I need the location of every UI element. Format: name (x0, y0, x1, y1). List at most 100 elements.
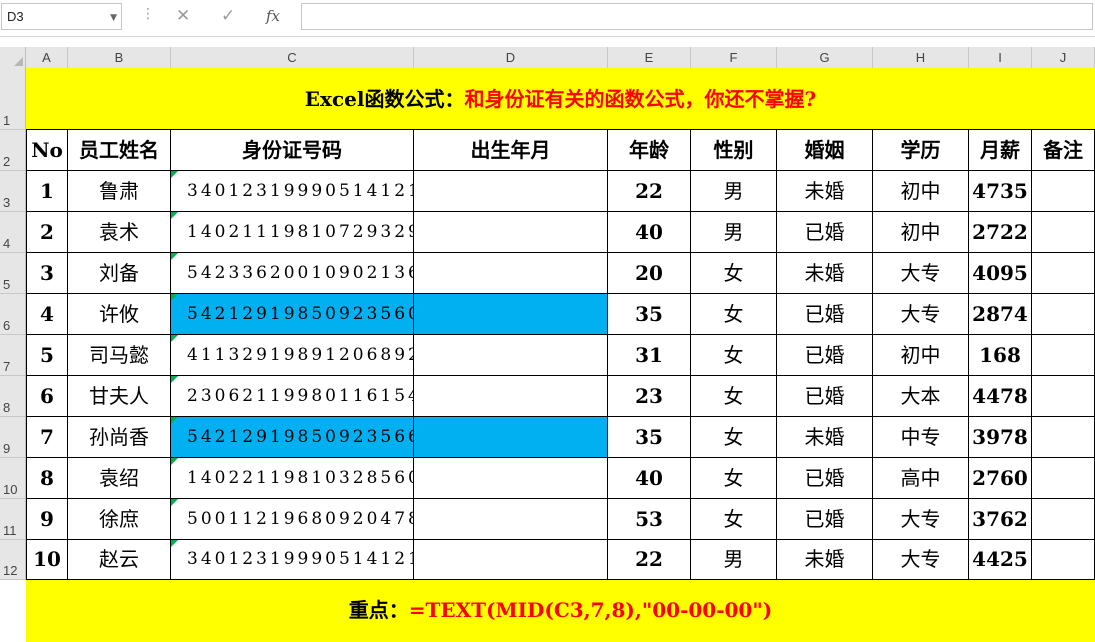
cell-salary[interactable]: 4425 (969, 540, 1032, 580)
cell-birth-date[interactable] (414, 294, 608, 335)
cell-id-number[interactable]: 340123199905141212 (171, 540, 414, 580)
sheet-title[interactable]: Excel函数公式：和身份证有关的函数公式，你还不掌握? (26, 68, 1095, 130)
header-cell-marital[interactable]: 婚姻 (777, 130, 873, 171)
more-options-icon[interactable]: ⋮ (141, 7, 155, 21)
cell-birth-date[interactable] (414, 171, 608, 212)
cell-salary[interactable]: 2722 (969, 212, 1032, 253)
cell-age[interactable]: 53 (608, 499, 691, 540)
row-header-3[interactable]: 3 (0, 171, 26, 212)
cell-id-number[interactable]: 230621199801161546 (171, 376, 414, 417)
cell-remarks[interactable] (1032, 253, 1095, 294)
cell-no[interactable]: 10 (26, 540, 68, 580)
cell-education[interactable]: 大专 (873, 499, 969, 540)
row-header-11[interactable]: 11 (0, 499, 26, 540)
cell-gender[interactable]: 男 (691, 540, 777, 580)
cell-birth-date[interactable] (414, 212, 608, 253)
column-header-b[interactable]: B (68, 47, 171, 69)
cell-remarks[interactable] (1032, 417, 1095, 458)
header-cell-education[interactable]: 学历 (873, 130, 969, 171)
cell-remarks[interactable] (1032, 294, 1095, 335)
cell-gender[interactable]: 女 (691, 499, 777, 540)
column-header-g[interactable]: G (777, 47, 873, 69)
cell-birth-date[interactable] (414, 376, 608, 417)
cell-no[interactable]: 6 (26, 376, 68, 417)
cell-birth-date[interactable] (414, 458, 608, 499)
cell-marital[interactable]: 未婚 (777, 540, 873, 580)
cell-remarks[interactable] (1032, 335, 1095, 376)
cell-age[interactable]: 23 (608, 376, 691, 417)
cell-gender[interactable]: 女 (691, 294, 777, 335)
cell-marital[interactable]: 已婚 (777, 458, 873, 499)
cell-education[interactable]: 中专 (873, 417, 969, 458)
cell-id-number[interactable]: 500112196809204784 (171, 499, 414, 540)
footer-note[interactable]: 重点：=TEXT(MID(C3,7,8),"00-00-00") (26, 580, 1095, 642)
cell-salary[interactable]: 3762 (969, 499, 1032, 540)
cell-age[interactable]: 31 (608, 335, 691, 376)
header-cell-gender[interactable]: 性别 (691, 130, 777, 171)
cell-marital[interactable]: 已婚 (777, 499, 873, 540)
cell-no[interactable]: 7 (26, 417, 68, 458)
column-header-c[interactable]: C (171, 47, 414, 69)
cell-no[interactable]: 4 (26, 294, 68, 335)
cell-marital[interactable]: 已婚 (777, 212, 873, 253)
cell-no[interactable]: 2 (26, 212, 68, 253)
cell-remarks[interactable] (1032, 212, 1095, 253)
cell-age[interactable]: 35 (608, 294, 691, 335)
cell-education[interactable]: 初中 (873, 171, 969, 212)
header-cell-birth-date[interactable]: 出生年月 (414, 130, 608, 171)
row-header-6[interactable]: 6 (0, 294, 26, 335)
cell-name[interactable]: 赵云 (68, 540, 171, 580)
cell-remarks[interactable] (1032, 171, 1095, 212)
cell-name[interactable]: 袁术 (68, 212, 171, 253)
cell-marital[interactable]: 未婚 (777, 171, 873, 212)
cell-no[interactable]: 1 (26, 171, 68, 212)
cell-birth-date[interactable] (414, 417, 608, 458)
cell-gender[interactable]: 女 (691, 335, 777, 376)
cell-id-number[interactable]: 411329198912068921 (171, 335, 414, 376)
cell-name[interactable]: 孙尚香 (68, 417, 171, 458)
cell-salary[interactable]: 2874 (969, 294, 1032, 335)
column-header-d[interactable]: D (414, 47, 608, 69)
cell-gender[interactable]: 女 (691, 376, 777, 417)
row-header-10[interactable]: 10 (0, 458, 26, 499)
header-cell-salary[interactable]: 月薪 (969, 130, 1032, 171)
cell-id-number[interactable]: 542129198509235666 (171, 417, 414, 458)
cell-remarks[interactable] (1032, 499, 1095, 540)
cancel-icon[interactable]: ✕ (176, 6, 190, 26)
cell-name[interactable]: 徐庶 (68, 499, 171, 540)
row-header-2[interactable]: 2 (0, 130, 26, 171)
name-box[interactable]: D3 ▼ (1, 3, 122, 30)
cell-no[interactable]: 3 (26, 253, 68, 294)
cell-no[interactable]: 8 (26, 458, 68, 499)
cell-age[interactable]: 22 (608, 171, 691, 212)
cell-salary[interactable]: 2760 (969, 458, 1032, 499)
cell-gender[interactable]: 女 (691, 417, 777, 458)
cell-marital[interactable]: 未婚 (777, 417, 873, 458)
cell-salary[interactable]: 168 (969, 335, 1032, 376)
cell-id-number[interactable]: 542336200109021361 (171, 253, 414, 294)
cell-birth-date[interactable] (414, 253, 608, 294)
row-header-9[interactable]: 9 (0, 417, 26, 458)
row-header-1[interactable]: 1 (0, 68, 26, 130)
header-cell-id-number[interactable]: 身份证号码 (171, 130, 414, 171)
row-header-7[interactable]: 7 (0, 335, 26, 376)
cell-education[interactable]: 大本 (873, 376, 969, 417)
column-header-e[interactable]: E (608, 47, 691, 69)
column-header-j[interactable]: J (1032, 47, 1095, 69)
cell-name[interactable]: 袁绍 (68, 458, 171, 499)
cell-education[interactable]: 初中 (873, 212, 969, 253)
header-cell-no[interactable]: No (26, 130, 68, 171)
header-cell-age[interactable]: 年龄 (608, 130, 691, 171)
cell-marital[interactable]: 未婚 (777, 253, 873, 294)
column-header-i[interactable]: I (969, 47, 1032, 69)
cell-gender[interactable]: 男 (691, 171, 777, 212)
formula-input[interactable] (301, 3, 1093, 30)
cell-birth-date[interactable] (414, 335, 608, 376)
cell-no[interactable]: 5 (26, 335, 68, 376)
cell-education[interactable]: 高中 (873, 458, 969, 499)
row-header-5[interactable]: 5 (0, 253, 26, 294)
column-header-a[interactable]: A (26, 47, 68, 69)
cell-remarks[interactable] (1032, 458, 1095, 499)
cell-no[interactable]: 9 (26, 499, 68, 540)
column-header-h[interactable]: H (873, 47, 969, 69)
